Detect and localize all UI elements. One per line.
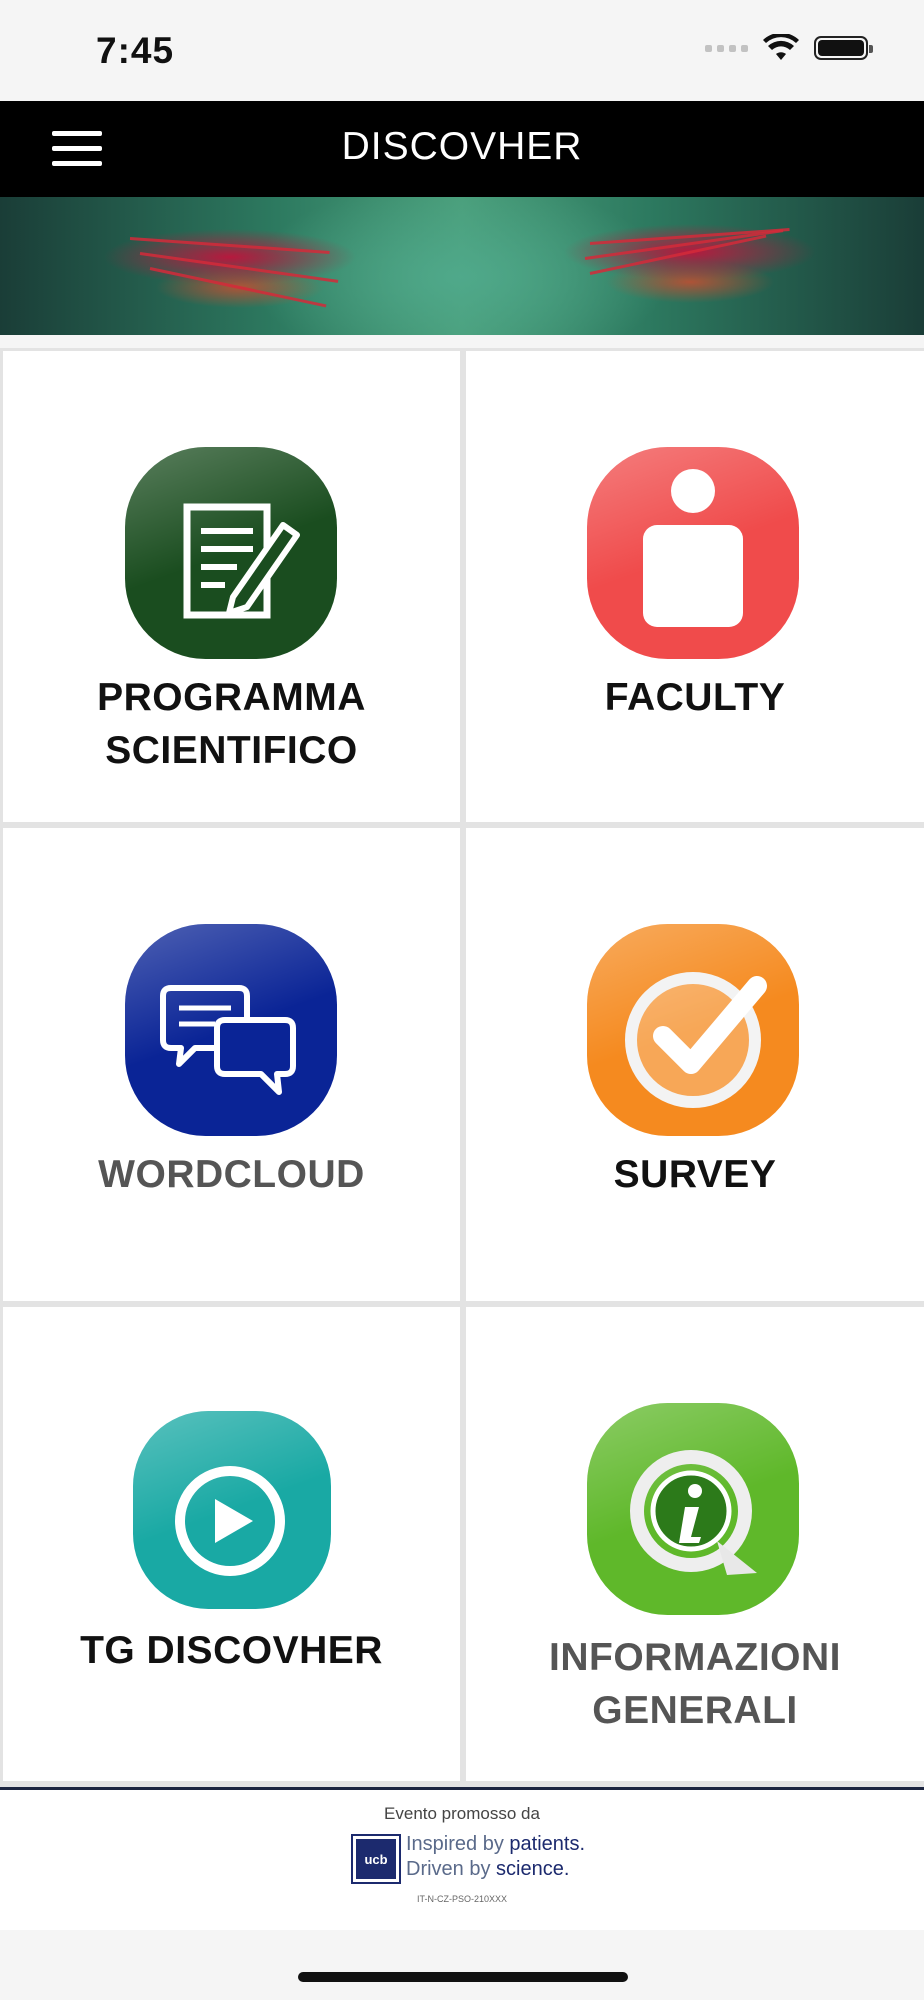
status-bar: 7:45 (0, 0, 924, 101)
tile-label: TG DISCOVHER (80, 1629, 383, 1672)
ucb-logo: ucb (353, 1836, 399, 1882)
tile-label: SURVEY (613, 1153, 777, 1196)
tile-tg-discovher[interactable]: TG DISCOVHER (3, 1307, 460, 1781)
promo-text: Evento promosso da (384, 1804, 540, 1823)
tile-faculty[interactable]: FACULTY (466, 351, 924, 822)
info-icon (587, 1403, 799, 1615)
tile-label: WORDCLOUD (98, 1153, 365, 1196)
checkmark-icon (587, 924, 799, 1136)
header-banner-image (0, 197, 924, 335)
status-time: 7:45 (96, 30, 175, 71)
navbar: DISCOVHER (0, 101, 924, 197)
menu-grid: PROGRAMMA SCIENTIFICO FACULTY WORDCLOUD … (0, 348, 924, 1788)
tile-wordcloud[interactable]: WORDCLOUD (3, 828, 460, 1301)
tile-programma-scientifico[interactable]: PROGRAMMA SCIENTIFICO (3, 351, 460, 822)
tile-label: INFORMAZIONI GENERALI (549, 1636, 841, 1732)
person-icon (587, 447, 799, 659)
status-icons (705, 34, 873, 62)
document-edit-icon (125, 447, 337, 659)
document-code: IT-N-CZ-PSO-210XXX (416, 1894, 508, 1904)
sponsor-tagline: Inspired by patients. Driven by science. (406, 1833, 585, 1880)
tile-survey[interactable]: SURVEY (466, 828, 924, 1301)
tile-label: FACULTY (604, 676, 786, 719)
tile-informazioni-generali[interactable]: INFORMAZIONI GENERALI (466, 1307, 924, 1781)
app-title: DISCOVHER (341, 125, 583, 168)
signal-icon (705, 44, 748, 52)
sponsor-footer: Evento promosso da ucb Inspired by patie… (0, 1787, 924, 1930)
play-icon (133, 1411, 331, 1609)
wifi-icon (763, 34, 799, 60)
chat-bubbles-icon (125, 924, 337, 1136)
battery-icon (814, 36, 873, 60)
home-indicator[interactable] (298, 1972, 628, 1982)
tile-label: PROGRAMMA SCIENTIFICO (97, 676, 366, 772)
